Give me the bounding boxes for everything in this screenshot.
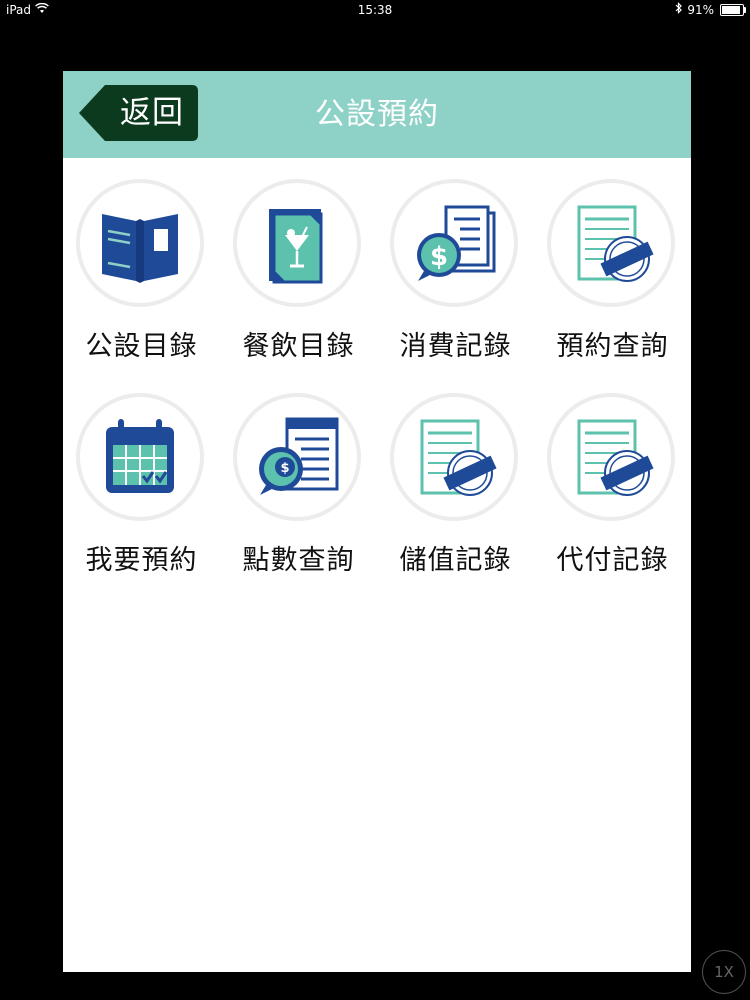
menu-item-label: 我要預約 [85, 545, 198, 576]
header-bar: 返回 公設預約 [63, 71, 691, 158]
menu-item-label: 消費記錄 [399, 331, 512, 362]
stamped-document-icon [577, 419, 654, 496]
drink-menu-icon [269, 209, 323, 284]
stamped-document-icon [420, 419, 497, 496]
coin-receipt-icon: $ [259, 417, 339, 495]
status-bar: iPad 15:38 91% [0, 0, 750, 20]
menu-item-label: 預約查詢 [556, 331, 669, 362]
battery-percent: 91% [687, 3, 714, 17]
menu-item-circle [390, 393, 518, 521]
menu-item-topup-record[interactable]: 儲值記錄 [377, 372, 534, 576]
menu-item-make-reservation[interactable]: 我要預約 [63, 372, 220, 576]
svg-text:$: $ [280, 461, 289, 476]
menu-item-label: 餐飲目錄 [242, 331, 355, 362]
stamped-document-icon [577, 205, 654, 282]
menu-item-label: 儲值記錄 [399, 545, 512, 576]
menu-item-dining-catalog[interactable]: 餐飲目錄 [220, 158, 377, 362]
bluetooth-icon [675, 0, 683, 20]
menu-item-points-query[interactable]: $ 點數查詢 [220, 372, 377, 576]
page-title: 公設預約 [315, 97, 439, 132]
svg-text:$: $ [430, 242, 448, 272]
battery-level [722, 6, 741, 14]
menu-item-circle: $ [390, 179, 518, 307]
menu-item-reservation-query[interactable]: 預約查詢 [534, 158, 691, 362]
menu-item-proxy-payment-record[interactable]: 代付記錄 [534, 372, 691, 576]
menu-item-circle [547, 179, 675, 307]
menu-item-circle [76, 393, 204, 521]
menu-item-circle [76, 179, 204, 307]
menu-item-facility-catalog[interactable]: 公設目錄 [63, 158, 220, 362]
open-book-icon [102, 214, 178, 283]
menu-item-label: 公設目錄 [85, 331, 198, 362]
app-window: 返回 公設預約 公設目錄 餐飲目錄 $ 消費記錄 預約查詢 我要預約 $ 點數查… [63, 71, 691, 972]
menu-item-circle: $ [233, 393, 361, 521]
clock: 15:38 [357, 3, 393, 17]
playback-speed-badge[interactable]: 1X [702, 950, 746, 994]
dollar-receipt-icon: $ [417, 205, 496, 281]
menu-item-spending-record[interactable]: $ 消費記錄 [377, 158, 534, 362]
menu-item-label: 點數查詢 [242, 545, 355, 576]
menu-item-circle [233, 179, 361, 307]
menu-item-label: 代付記錄 [556, 545, 669, 576]
calendar-check-icon [106, 419, 174, 493]
battery-icon [720, 4, 746, 16]
menu-item-circle [547, 393, 675, 521]
